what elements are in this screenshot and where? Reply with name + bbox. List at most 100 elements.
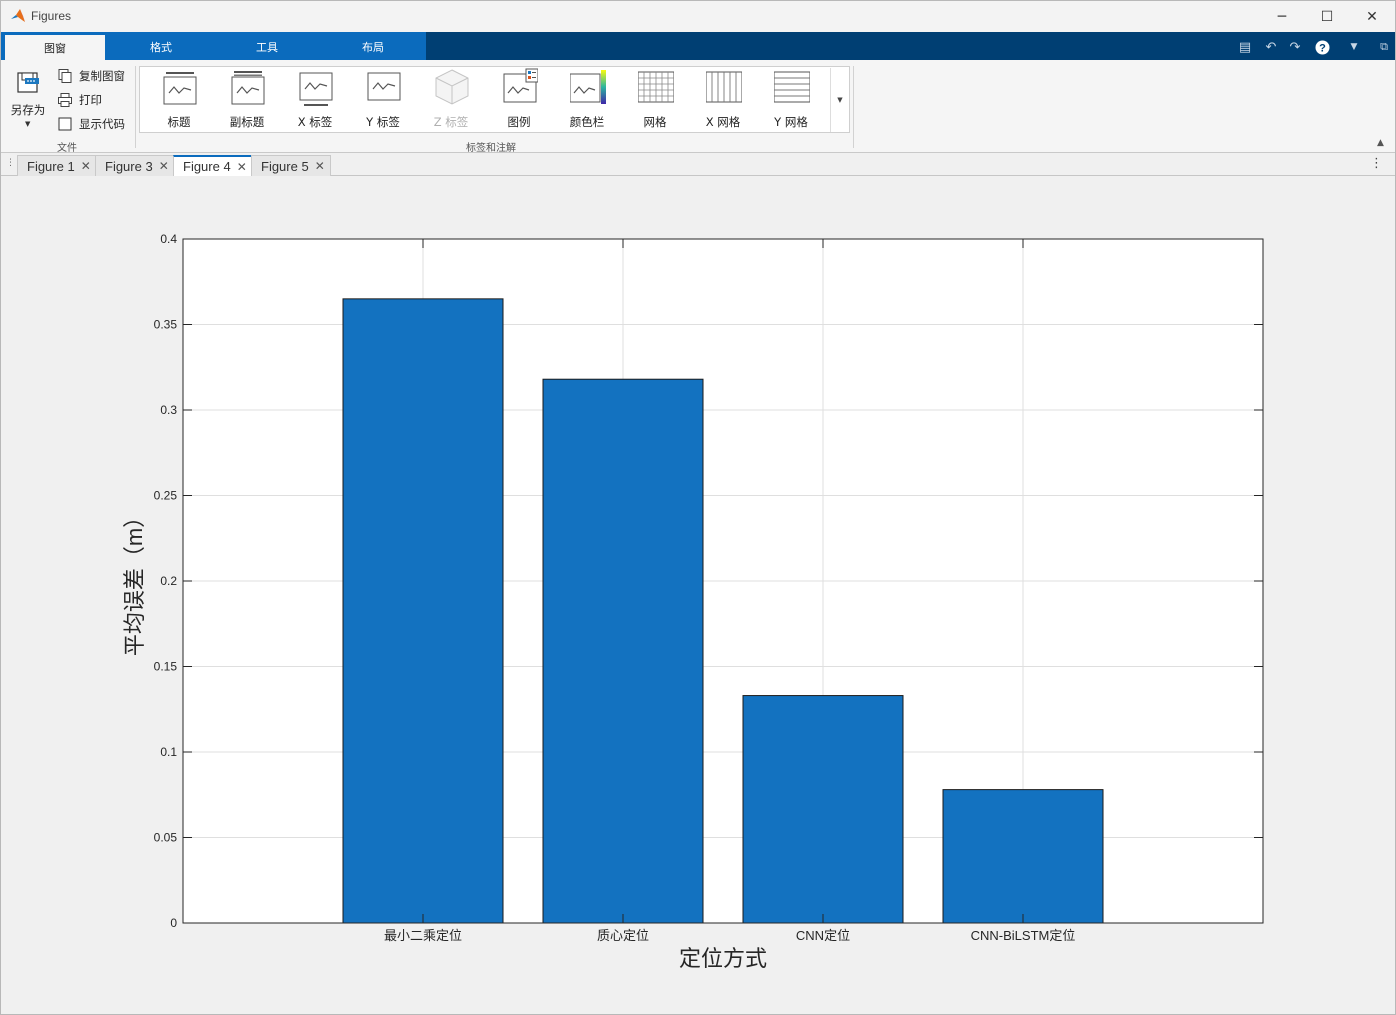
show-code-label: 显示代码: [79, 117, 125, 131]
close-icon[interactable]: ✕: [237, 160, 247, 174]
colorbar-icon: [570, 70, 606, 104]
print-button[interactable]: 打印: [57, 91, 102, 109]
tool-y-grid-label: Y 网格: [774, 115, 808, 129]
undock-icon[interactable]: ⧉: [1375, 38, 1393, 56]
x-axis-label: 定位方式: [679, 946, 767, 971]
tool-grid[interactable]: 网格: [622, 68, 688, 130]
y-tick-label: 0.05: [154, 831, 178, 845]
tab-format[interactable]: 格式: [111, 34, 211, 60]
help-icon[interactable]: ?: [1313, 38, 1331, 56]
tab-figure-4[interactable]: Figure 4 ✕: [173, 155, 253, 176]
figures-window: Figures ─ ☐ ✕ 图窗 格式 工具 布局 ▤ ↶ ↷ ? ▼ ⧉ 另存…: [0, 0, 1396, 1015]
y-tick-label: 0.35: [154, 318, 178, 332]
show-code-checkbox[interactable]: 显示代码: [57, 115, 125, 133]
tab-label: Figure 3: [105, 158, 153, 174]
tool-x-grid[interactable]: X 网格: [690, 68, 756, 130]
save-as-button[interactable]: 另存为 ▼: [9, 68, 47, 130]
x-label-icon: [299, 72, 333, 106]
z-label-icon: [435, 69, 469, 105]
tool-grid-label: 网格: [643, 115, 667, 129]
undo-icon[interactable]: ↶: [1262, 38, 1280, 56]
more-options-icon[interactable]: ⋮: [1370, 156, 1383, 171]
title-icon: [163, 72, 197, 105]
tab-figure[interactable]: 图窗: [5, 35, 105, 60]
y-grid-icon: [774, 71, 810, 103]
x-tick-label: 质心定位: [597, 928, 649, 943]
x-tick-label: CNN定位: [796, 928, 850, 943]
matlab-logo-icon: [11, 9, 25, 22]
print-icon: [58, 93, 72, 107]
tool-x-grid-label: X 网格: [705, 115, 741, 129]
group-divider: [135, 66, 136, 148]
bar-chart: 0 0.05 0.1 0.15 0.2 0.25 0.3 0.35 0.4 最小二乘定位 质心定位 C…: [122, 232, 1264, 971]
ribbon-tab-strip: 图窗 格式 工具 布局: [1, 32, 1395, 60]
tool-title-label: 标题: [167, 115, 191, 129]
gallery-expand-button[interactable]: ▼: [830, 68, 849, 132]
tab-label: Figure 5: [261, 158, 309, 174]
tool-y-grid[interactable]: Y 网格: [758, 68, 824, 130]
y-label-icon: [367, 72, 401, 101]
window-title: Figures: [31, 9, 72, 23]
y-tick-label: 0.15: [154, 660, 178, 674]
tab-layout[interactable]: 布局: [323, 34, 423, 60]
y-tick-label: 0: [170, 916, 177, 930]
collapse-ribbon-button[interactable]: ▲: [1377, 138, 1384, 148]
close-icon[interactable]: ✕: [81, 159, 91, 173]
tool-legend[interactable]: 图例: [486, 68, 552, 130]
chevron-down-icon[interactable]: ▼: [1345, 38, 1363, 56]
annotation-group-label: 标签和注解: [466, 143, 516, 154]
subtitle-icon: [231, 71, 265, 105]
tool-x-label[interactable]: X 标签: [282, 68, 348, 130]
x-tick-label: CNN-BiLSTM定位: [971, 928, 1076, 943]
close-button[interactable]: ✕: [1349, 1, 1395, 32]
tab-tools[interactable]: 工具: [217, 34, 317, 60]
collapse-icon: ▲: [1377, 138, 1384, 148]
figure-canvas: 0 0.05 0.1 0.15 0.2 0.25 0.3 0.35 0.4 最小二乘定位 质心定位 C…: [2, 176, 1395, 1014]
bar-0: [342, 298, 504, 924]
tool-y-label-label: Y 标签: [366, 115, 400, 129]
close-icon[interactable]: ✕: [159, 159, 169, 173]
y-tick-label: 0.25: [154, 489, 178, 503]
tool-title[interactable]: 标题: [146, 68, 212, 130]
y-tick-label: 0.4: [160, 232, 177, 246]
file-group-label: 文件: [57, 143, 77, 154]
grid-icon: [638, 71, 674, 103]
copy-figure-button[interactable]: 复制图窗: [57, 67, 125, 85]
minimize-button[interactable]: ─: [1259, 1, 1305, 32]
bar-1: [542, 378, 704, 924]
tool-colorbar-label: 颜色栏: [569, 115, 605, 129]
bar-2: [742, 695, 904, 924]
tab-label: Figure 1: [27, 158, 75, 174]
tab-figure-5[interactable]: Figure 5 ✕: [251, 155, 331, 176]
tab-figure-1[interactable]: Figure 1 ✕: [17, 155, 97, 176]
chevron-down-icon: ▼: [25, 120, 31, 128]
copy-figure-label: 复制图窗: [79, 69, 125, 83]
tool-subtitle[interactable]: 副标题: [214, 68, 280, 130]
y-axis-label: 平均误差（m）: [122, 506, 147, 656]
svg-text:?: ?: [1319, 42, 1326, 54]
save-icon[interactable]: ▤: [1236, 38, 1254, 56]
title-bar: Figures ─ ☐ ✕: [1, 1, 1395, 32]
copy-icon: [58, 69, 72, 83]
legend-icon: [503, 68, 538, 103]
tool-z-label-label: Z 标签: [433, 115, 469, 129]
y-tick-label: 0.3: [160, 403, 177, 417]
drag-handle-icon[interactable]: ⋮: [6, 158, 15, 168]
tool-y-label[interactable]: Y 标签: [350, 68, 416, 130]
tool-legend-label: 图例: [507, 115, 531, 129]
x-grid-icon: [706, 71, 742, 103]
group-divider: [853, 66, 854, 148]
tab-figure-3[interactable]: Figure 3 ✕: [95, 155, 175, 176]
save-as-label: 另存为: [10, 103, 46, 117]
bar-3: [942, 789, 1104, 924]
chevron-down-icon: ▼: [837, 96, 843, 104]
tool-subtitle-label: 副标题: [229, 115, 265, 129]
redo-icon[interactable]: ↷: [1286, 38, 1304, 56]
tool-x-label-label: X 标签: [297, 115, 333, 129]
save-as-icon: [17, 72, 39, 93]
tool-colorbar[interactable]: 颜色栏: [554, 68, 620, 130]
close-icon[interactable]: ✕: [315, 159, 325, 173]
print-label: 打印: [79, 93, 102, 107]
maximize-button[interactable]: ☐: [1304, 1, 1350, 32]
tool-z-label: Z 标签: [418, 68, 484, 130]
